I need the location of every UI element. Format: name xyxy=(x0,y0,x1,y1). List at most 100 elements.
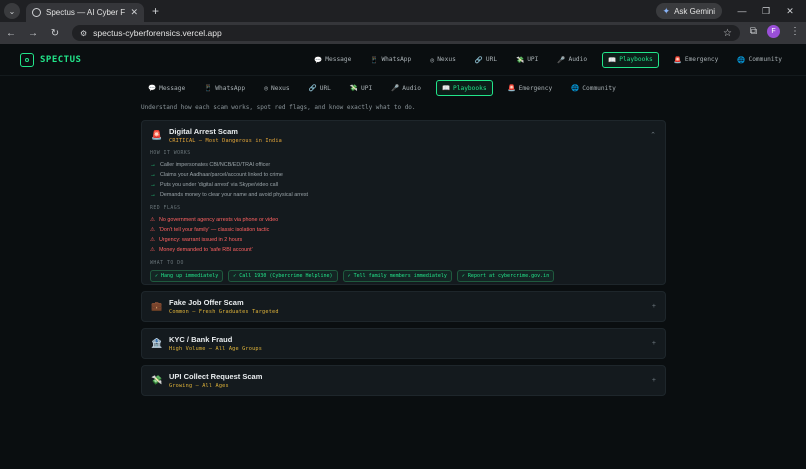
site-header: SPECTUS 💬 Message 📱 WhatsApp ◎ Nexus 🔗 URL 💸… xyxy=(0,44,806,76)
playbook-title: Digital Arrest Scam xyxy=(169,126,238,136)
globe-icon xyxy=(32,8,41,17)
bookmark-star-icon[interactable]: ☆ xyxy=(723,28,732,39)
nav-audio[interactable]: 🎤 Audio xyxy=(553,53,591,67)
playbook-title: KYC / Bank Fraud xyxy=(169,335,233,344)
playbook-card-header[interactable]: 💼 Fake Job Offer Scam Common — Fresh Gra… xyxy=(142,292,665,321)
action-chip[interactable]: ✓ Report at cybercrime.gov.in xyxy=(456,270,555,282)
what-to-do-label: WHAT TO DO xyxy=(150,261,184,266)
browser-tab[interactable]: Spectus — AI Cyber Forensics ✕ xyxy=(26,3,144,22)
extensions-icon[interactable]: ⧉ xyxy=(750,26,757,37)
browser-tab-bar: ⌄ Spectus — AI Cyber Forensics ✕ + ✦ Ask… xyxy=(0,0,806,22)
book-icon: 📖 xyxy=(608,55,617,64)
warning-icon: ⚠ xyxy=(150,227,155,233)
phone-icon: 📱 xyxy=(204,84,213,92)
step-item: → Claims your Aadhaar/parcel/account link… xyxy=(150,170,665,180)
nav-emergency[interactable]: 🚨 Emergency xyxy=(670,53,723,67)
url-text: spectus-cyberforensics.vercel.app xyxy=(93,28,222,38)
red-flag-item: ⚠ Urgency: warrant issued in 2 hours xyxy=(150,235,665,245)
profile-avatar[interactable]: F xyxy=(767,25,780,38)
url-input[interactable]: ⚙ spectus-cyberforensics.vercel.app ☆ xyxy=(72,25,740,41)
logo-text: SPECTUS xyxy=(40,54,82,65)
ask-gemini-label: Ask Gemini xyxy=(674,6,715,16)
nav-upi[interactable]: 💸 UPI xyxy=(512,53,542,67)
nav-label: URL xyxy=(485,56,498,63)
link-icon: 🔗 xyxy=(308,84,317,92)
playbook-card-digital-arrest: 🚨 Digital Arrest Scam CRITICAL — Most Da… xyxy=(141,120,666,285)
subnav-emergency[interactable]: 🚨 Emergency xyxy=(504,81,557,95)
siren-icon: 🚨 xyxy=(673,55,682,64)
tab-title: Spectus — AI Cyber Forensics xyxy=(46,8,126,17)
ask-gemini-button[interactable]: ✦ Ask Gemini xyxy=(655,3,722,19)
subnav-community[interactable]: 🌐 Community xyxy=(567,81,620,95)
nav-label: Emergency xyxy=(684,56,719,63)
site-info-icon[interactable]: ⚙ xyxy=(80,29,87,38)
action-chip[interactable]: ✓ Tell family members immediately xyxy=(342,270,452,282)
playbook-card-header[interactable]: 🚨 Digital Arrest Scam CRITICAL — Most Da… xyxy=(142,123,665,147)
playbook-subtitle: Common — Fresh Graduates Targeted xyxy=(169,309,279,315)
chevron-up-icon[interactable]: ⌃ xyxy=(650,131,656,139)
step-text: Demands money to clear your name and avo… xyxy=(160,192,309,198)
briefcase-icon: 💼 xyxy=(151,301,163,311)
playbook-card-header[interactable]: 🏦 KYC / Bank Fraud High Volume — All Age… xyxy=(142,329,665,358)
gemini-icon: ✦ xyxy=(662,5,671,16)
step-item: → Demands money to clear your name and av… xyxy=(150,190,665,200)
subnav-upi[interactable]: 💸 UPI xyxy=(346,81,376,95)
step-item: → Puts you under 'digital arrest' via Sky… xyxy=(150,180,665,190)
playbook-title: Fake Job Offer Scam xyxy=(169,298,244,307)
plus-icon[interactable]: + xyxy=(652,340,656,347)
minimize-icon[interactable]: — xyxy=(730,6,754,16)
arrow-icon: → xyxy=(150,162,156,168)
forward-icon[interactable]: → xyxy=(28,28,38,39)
nav-playbooks[interactable]: 📖 Playbooks xyxy=(602,51,659,68)
nav-label: Community xyxy=(582,84,616,92)
subnav-nexus[interactable]: ◎ Nexus xyxy=(260,81,294,95)
subnav-playbooks[interactable]: 📖 Playbooks xyxy=(435,80,493,96)
close-window-icon[interactable]: ✕ xyxy=(778,6,802,17)
logo-icon xyxy=(20,52,34,67)
plus-icon[interactable]: + xyxy=(652,303,656,310)
tab-search-icon[interactable]: ⌄ xyxy=(4,3,20,19)
microphone-icon: 🎤 xyxy=(391,84,400,92)
nav-nexus[interactable]: ◎ Nexus xyxy=(426,53,460,67)
playbook-card-fake-job[interactable]: 💼 Fake Job Offer Scam Common — Fresh Gra… xyxy=(141,291,666,322)
nav-label: Audio xyxy=(402,84,421,92)
playbook-title: UPI Collect Request Scam xyxy=(169,372,263,381)
close-tab-icon[interactable]: ✕ xyxy=(130,7,138,18)
action-chip[interactable]: ✓ Hang up immediately xyxy=(150,270,224,282)
playbook-card-kyc[interactable]: 🏦 KYC / Bank Fraud High Volume — All Age… xyxy=(141,328,666,359)
message-icon: 💬 xyxy=(148,84,157,92)
nav-label: URL xyxy=(319,84,331,92)
reload-icon[interactable]: ↻ xyxy=(50,28,60,39)
new-tab-icon[interactable]: + xyxy=(152,4,159,18)
nav-label: Playbooks xyxy=(619,56,653,63)
subnav-message[interactable]: 💬 Message xyxy=(144,81,189,95)
subnav-whatsapp[interactable]: 📱 WhatsApp xyxy=(200,81,249,95)
bank-icon: 🏦 xyxy=(151,338,163,348)
playbook-subtitle: Growing — All Ages xyxy=(169,383,229,389)
subnav-url[interactable]: 🔗 URL xyxy=(305,81,335,95)
playbook-card-upi-collect[interactable]: 💸 UPI Collect Request Scam Growing — All… xyxy=(141,365,666,396)
back-icon[interactable]: ← xyxy=(6,28,16,39)
siren-icon: 🚨 xyxy=(151,129,163,140)
nexus-icon: ◎ xyxy=(430,55,435,64)
intro-text: Understand how each scam works, spot red… xyxy=(141,104,416,111)
playbook-card-header[interactable]: 💸 UPI Collect Request Scam Growing — All… xyxy=(142,366,665,395)
nav-label: Nexus xyxy=(271,84,290,92)
plus-icon[interactable]: + xyxy=(652,377,656,384)
phone-icon: 📱 xyxy=(370,55,379,64)
red-flag-item: ⚠ 'Don't tell your family' — classic isol… xyxy=(150,225,665,235)
restore-icon[interactable]: ❐ xyxy=(754,6,778,17)
action-chip[interactable]: ✓ Call 1930 (Cybercrime Helpline) xyxy=(228,270,338,282)
nav-url[interactable]: 🔗 URL xyxy=(471,53,501,67)
nav-whatsapp[interactable]: 📱 WhatsApp xyxy=(366,53,415,67)
nav-community[interactable]: 🌐 Community xyxy=(733,53,786,67)
subnav-audio[interactable]: 🎤 Audio xyxy=(387,81,425,95)
logo[interactable]: SPECTUS xyxy=(20,52,82,67)
red-flag-text: Urgency: warrant issued in 2 hours xyxy=(158,237,243,243)
red-flag-text: 'Don't tell your family' — classic isola… xyxy=(158,227,270,233)
nav-label: Community xyxy=(748,56,782,63)
window-controls: — ❐ ✕ xyxy=(730,0,802,22)
nav-message[interactable]: 💬 Message xyxy=(310,53,355,67)
arrow-icon: → xyxy=(150,182,156,188)
menu-kebab-icon[interactable]: ⋮ xyxy=(790,26,800,37)
